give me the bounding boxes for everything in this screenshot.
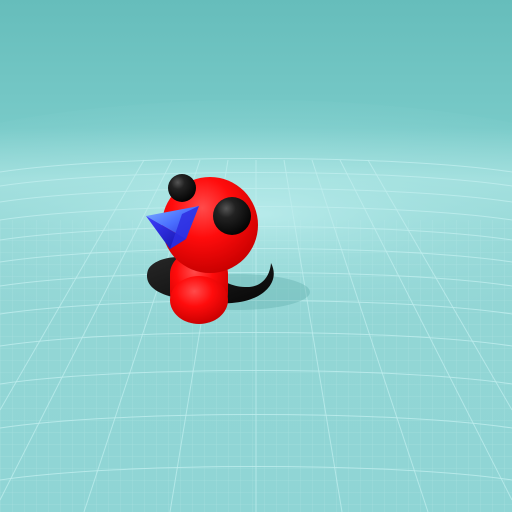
3d-viewport[interactable] (0, 0, 512, 512)
back-eye (168, 174, 196, 202)
scene-canvas[interactable] (0, 0, 512, 512)
front-eye (213, 197, 251, 235)
body-base[interactable] (170, 276, 228, 324)
